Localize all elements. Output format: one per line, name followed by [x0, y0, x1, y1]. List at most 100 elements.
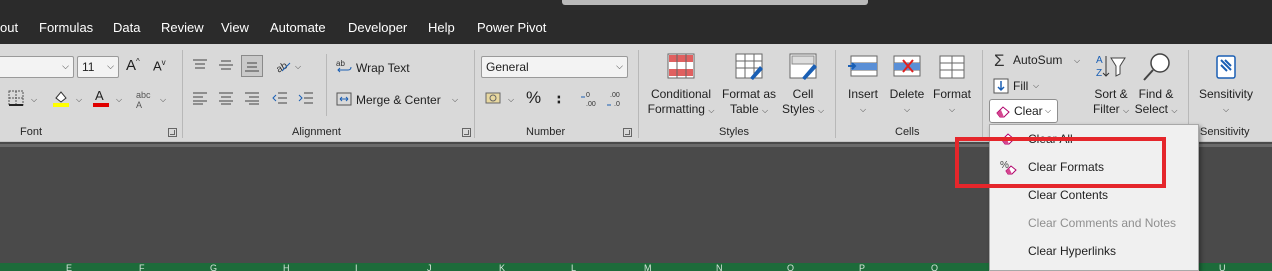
borders-icon[interactable]: [8, 90, 24, 106]
column-header[interactable]: J: [427, 263, 432, 271]
cell-styles-button[interactable]: Cell Styles ⌵: [779, 52, 827, 118]
column-header[interactable]: M: [644, 263, 652, 271]
accounting-dropdown-icon[interactable]: ⌵: [508, 95, 514, 105]
align-center-icon[interactable]: [218, 91, 234, 105]
separator: [982, 50, 983, 138]
column-header[interactable]: K: [499, 263, 505, 271]
delete-button[interactable]: Delete ⌵: [886, 52, 928, 117]
alignment-launcher-icon[interactable]: [462, 128, 471, 137]
sort-filter-button[interactable]: AZ Sort & Filter ⌵: [1090, 52, 1132, 118]
search-box[interactable]: [562, 0, 868, 5]
column-header[interactable]: L: [571, 263, 576, 271]
sensitivity-icon: [1216, 55, 1236, 79]
column-header[interactable]: P: [859, 263, 865, 271]
insert-label: Insert: [847, 87, 878, 101]
orientation-icon[interactable]: ab: [274, 57, 292, 73]
menu-item-label: Clear Comments and Notes: [1028, 216, 1177, 230]
format-as-table-button[interactable]: Format as Table ⌵: [719, 52, 779, 118]
column-header[interactable]: N: [716, 263, 723, 271]
find-select-button[interactable]: Find & Select ⌵: [1134, 52, 1178, 118]
format-cells-icon: [939, 55, 965, 79]
merge-center-dropdown-icon[interactable]: ⌵: [452, 95, 458, 105]
separator: [182, 50, 183, 138]
menu-formulas[interactable]: Formulas: [39, 20, 93, 35]
phonetic-dropdown-icon[interactable]: ⌵: [160, 95, 166, 105]
percent-style-button[interactable]: %: [526, 88, 541, 108]
cell-styles-label-1: Cell: [792, 87, 814, 101]
number-format-combo[interactable]: General ⌵: [481, 56, 628, 78]
font-launcher-icon[interactable]: [168, 128, 177, 137]
font-color-icon[interactable]: A: [92, 88, 110, 108]
format-as-table-label-1: Format as: [721, 87, 776, 101]
menu-developer[interactable]: Developer: [348, 20, 407, 35]
sort-filter-icon: AZ: [1096, 55, 1126, 79]
font-color-dropdown-icon[interactable]: ⌵: [116, 95, 122, 105]
wrap-text-button[interactable]: Wrap Text: [356, 61, 410, 75]
decrease-indent-icon[interactable]: [272, 91, 288, 105]
decrease-font-icon[interactable]: Av: [153, 58, 166, 73]
fill-color-icon[interactable]: [52, 89, 70, 107]
autosum-dropdown-icon[interactable]: ⌵: [1074, 56, 1080, 66]
accounting-format-icon[interactable]: [485, 90, 503, 106]
bottom-align-icon: [245, 62, 259, 72]
menu-data[interactable]: Data: [113, 20, 140, 35]
menu-power-pivot[interactable]: Power Pivot: [477, 20, 546, 35]
find-select-label-1: Find &: [1138, 87, 1174, 101]
comma-style-button[interactable]: ։: [556, 88, 562, 108]
sensitivity-button[interactable]: Sensitivity ⌵: [1196, 52, 1256, 117]
svg-text:.00: .00: [610, 92, 620, 99]
column-header[interactable]: Q: [931, 263, 938, 271]
menu-layout[interactable]: out: [0, 20, 18, 35]
increase-indent-icon[interactable]: [298, 91, 314, 105]
wrap-text-icon[interactable]: ab: [336, 59, 352, 75]
number-format-value: General: [486, 60, 529, 74]
fill-color-dropdown-icon[interactable]: ⌵: [76, 95, 82, 105]
autosum-icon[interactable]: Σ: [994, 51, 1005, 71]
separator: [835, 50, 836, 138]
top-align-icon[interactable]: [192, 58, 208, 72]
fill-down-icon[interactable]: [993, 78, 1009, 94]
increase-font-icon[interactable]: A^: [126, 57, 140, 74]
column-header[interactable]: I: [355, 263, 358, 271]
separator: [638, 50, 639, 138]
conditional-formatting-icon: [667, 53, 695, 79]
merge-center-button[interactable]: Merge & Center: [356, 93, 441, 107]
fill-dropdown-icon[interactable]: ⌵: [1033, 81, 1039, 91]
align-right-icon[interactable]: [244, 91, 260, 105]
clear-button[interactable]: Clear ⌵: [989, 99, 1058, 123]
menu-review[interactable]: Review: [161, 20, 204, 35]
column-header[interactable]: U: [1219, 263, 1226, 271]
cells-group-label: Cells: [895, 126, 920, 138]
merge-center-icon[interactable]: [336, 91, 352, 107]
menu-bar: out Formulas Data Review View Automate D…: [0, 0, 1272, 44]
column-header[interactable]: E: [66, 263, 72, 271]
font-size-combo[interactable]: 11 ⌵: [77, 56, 119, 78]
menu-view[interactable]: View: [221, 20, 249, 35]
excel-window: out Formulas Data Review View Automate D…: [0, 0, 1272, 271]
menu-item-label: Clear Contents: [1028, 188, 1109, 202]
orientation-dropdown-icon[interactable]: ⌵: [295, 62, 301, 72]
format-button[interactable]: Format ⌵: [930, 52, 974, 117]
column-header[interactable]: H: [283, 263, 290, 271]
svg-text:0: 0: [586, 92, 590, 99]
bottom-align-button[interactable]: [241, 55, 263, 77]
autosum-button[interactable]: AutoSum: [1013, 53, 1062, 67]
column-header[interactable]: F: [139, 263, 145, 271]
menu-automate[interactable]: Automate: [270, 20, 326, 35]
conditional-formatting-button[interactable]: Conditional Formatting ⌵: [643, 52, 719, 118]
align-left-icon[interactable]: [192, 91, 208, 105]
decrease-decimal-icon[interactable]: .00.0: [606, 89, 628, 109]
delete-cells-icon: [893, 55, 921, 77]
increase-decimal-icon[interactable]: 0.00: [580, 89, 602, 109]
fill-button[interactable]: Fill: [1013, 79, 1028, 93]
column-header[interactable]: O: [787, 263, 794, 271]
middle-align-icon[interactable]: [218, 58, 234, 72]
menu-item-clear-hyperlinks[interactable]: Clear Hyperlinks: [990, 237, 1198, 265]
insert-button[interactable]: Insert ⌵: [842, 52, 884, 117]
borders-dropdown-icon[interactable]: ⌵: [31, 95, 37, 105]
number-launcher-icon[interactable]: [623, 128, 632, 137]
font-name-combo[interactable]: ⌵: [0, 56, 74, 78]
phonetic-icon[interactable]: abc A: [136, 90, 151, 110]
column-header[interactable]: G: [210, 263, 217, 271]
menu-help[interactable]: Help: [428, 20, 455, 35]
